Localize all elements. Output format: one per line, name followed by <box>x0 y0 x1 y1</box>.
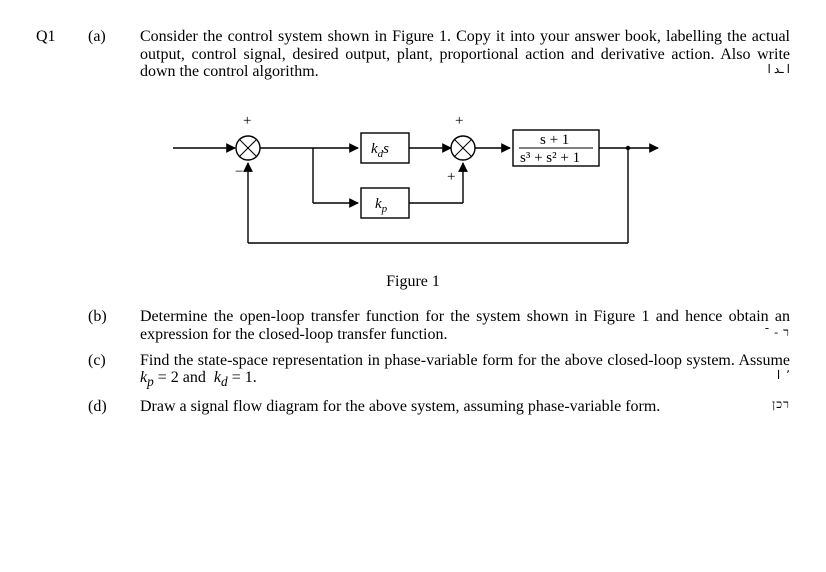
plant-numerator: s + 1 <box>540 132 569 148</box>
part-b-body: Determine the open-loop transfer functio… <box>140 308 790 343</box>
part-label-b: (b) <box>88 308 122 343</box>
sum2-plus-top: + <box>455 113 463 129</box>
part-c-pre: Find the state-space representation in p… <box>140 352 790 369</box>
plant-denominator: s³ + s² + 1 <box>520 150 580 166</box>
derivative-label: kds <box>371 141 389 160</box>
part-text-a: Consider the control system shown in Fig… <box>140 28 790 81</box>
question-part-a: Q1 (a) Consider the control system shown… <box>36 28 790 81</box>
part-text-b: Determine the open-loop transfer functio… <box>140 308 790 343</box>
block-diagram-svg: + − kds kp + + s + 1 s³ + s² + 1 <box>153 103 673 263</box>
part-label-c: (c) <box>88 352 122 390</box>
figure-1: + − kds kp + + s + 1 s³ + s² + 1 <box>36 103 790 263</box>
part-label-a: (a) <box>88 28 122 81</box>
question-part-c: (c) Find the state-space representation … <box>36 352 790 390</box>
part-label-d: (d) <box>88 398 122 416</box>
figure-caption: Figure 1 <box>36 273 790 291</box>
question-part-b: (b) Determine the open-loop transfer fun… <box>36 308 790 343</box>
part-text-d: Draw a signal flow diagram for the above… <box>140 398 790 416</box>
question-number: Q1 <box>36 28 70 81</box>
sum1-plus: + <box>243 113 251 129</box>
proportional-label: kp <box>375 196 388 215</box>
marks-a: ا ـد ا <box>768 63 790 76</box>
part-c-eq: kp = 2 and kd = 1 <box>140 369 253 386</box>
part-a-body: Consider the control system shown in Fig… <box>140 28 790 80</box>
part-text-c: Find the state-space representation in p… <box>140 352 790 390</box>
sum1-minus: − <box>235 164 243 180</box>
marks-d: רכן <box>772 398 790 411</box>
question-part-d: (d) Draw a signal flow diagram for the a… <box>36 398 790 416</box>
part-c-post: . <box>253 369 257 386</box>
part-d-body: Draw a signal flow diagram for the above… <box>140 398 660 415</box>
marks-c: ا ‪ ٬ <box>777 369 790 382</box>
marks-b: ר ‑ ־ <box>765 326 790 339</box>
sum2-plus-bottom: + <box>447 169 455 185</box>
